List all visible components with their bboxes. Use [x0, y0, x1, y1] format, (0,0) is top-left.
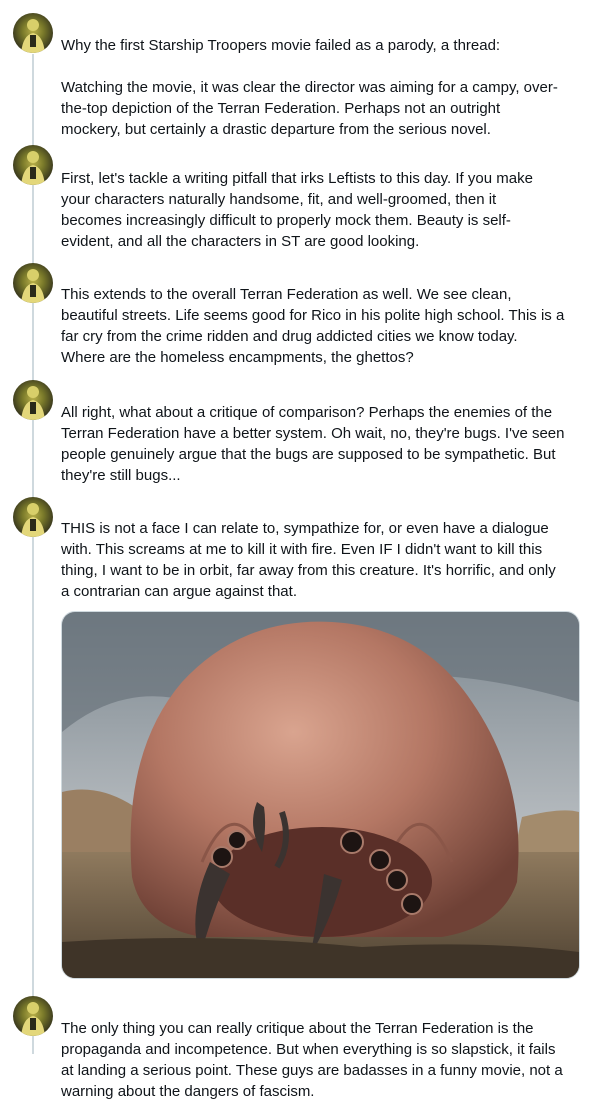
tweet-text: First, let's tackle a writing pitfall th… — [61, 170, 533, 250]
tweet-media-image[interactable] — [61, 611, 580, 979]
tweet-text: All right, what about a critique of comp… — [61, 404, 565, 484]
avatar[interactable] — [13, 380, 53, 420]
avatar[interactable] — [13, 145, 53, 185]
thread-line — [32, 54, 34, 1054]
tweet-text: THIS is not a face I can relate to, symp… — [61, 520, 556, 600]
avatar[interactable] — [13, 263, 53, 303]
avatar[interactable] — [13, 497, 53, 537]
tweet-text: This extends to the overall Terran Feder… — [61, 286, 565, 366]
tweet-text: The only thing you can really critique a… — [61, 1020, 563, 1100]
avatar[interactable] — [13, 13, 53, 53]
tweet-text: Why the first Starship Troopers movie fa… — [61, 37, 558, 138]
avatar[interactable] — [13, 996, 53, 1036]
bug-creature-image — [62, 612, 579, 978]
